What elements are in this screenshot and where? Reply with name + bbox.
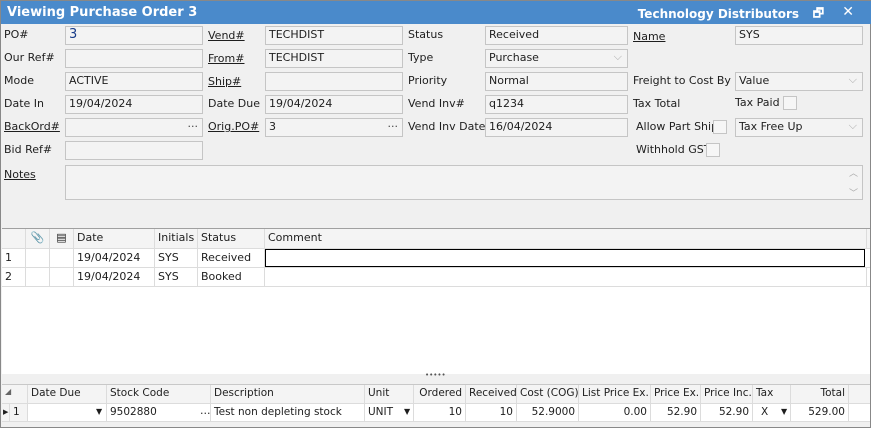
po-field[interactable]: 3 [65,26,203,45]
vend-inv-label: Vend Inv# [408,97,465,110]
withhold-gst-label: Withhold GST [636,143,711,156]
scroll-up-icon[interactable]: ︿ [849,166,858,179]
ellipsis-icon[interactable]: … [200,405,211,417]
backord-label[interactable]: BackOrd# [4,120,60,133]
status-field[interactable]: Received [485,26,628,45]
tax-paid-checkbox[interactable] [783,96,797,110]
mode-field[interactable]: ACTIVE [65,72,203,91]
date-in-field[interactable]: 19/04/2024 [65,95,203,114]
ship-field[interactable] [265,72,403,91]
name-label[interactable]: Name [633,30,665,43]
vend-inv-field[interactable]: q1234 [485,95,628,114]
restore-icon[interactable]: 🗗 [813,4,824,25]
lines-grid: ◢ Date Due Stock Code Description Unit O… [2,384,870,422]
vend-inv-date-label: Vend Inv Date [408,120,486,133]
notes-field[interactable] [65,165,863,200]
tax-code-select[interactable]: Tax Free Up [735,118,863,137]
col-date[interactable]: Date [74,229,155,248]
tax-paid-label: Tax Paid [735,96,780,109]
note-icon[interactable]: ▤ [50,229,74,248]
table-row[interactable]: 2 19/04/2024 SYS Booked [2,268,870,287]
backord-field[interactable] [65,118,203,137]
row-indicator-icon: ▶ [2,404,10,421]
chevron-down-icon[interactable]: ▼ [781,407,787,416]
type-label: Type [408,51,434,64]
bid-ref-label: Bid Ref# [4,143,53,156]
ship-label[interactable]: Ship# [208,75,241,88]
col-comment[interactable]: Comment [265,229,867,248]
freight-select[interactable]: Value [735,72,863,91]
vend-field[interactable]: TECHDIST [265,26,403,45]
name-field[interactable]: SYS [735,26,863,45]
col-initials[interactable]: Initials [155,229,198,248]
priority-field[interactable]: Normal [485,72,628,91]
our-ref-label: Our Ref# [4,51,55,64]
vend-label[interactable]: Vend# [208,29,245,42]
status-label: Status [408,28,444,41]
allow-part-ship-checkbox[interactable] [713,120,727,134]
splitter-handle[interactable]: ••••• [425,371,446,379]
from-field[interactable]: TECHDIST [265,49,403,68]
date-due-label: Date Due [208,97,260,110]
attachment-icon[interactable]: 📎 [26,229,50,248]
vendor-name: Technology Distributors [637,7,799,21]
orig-po-label[interactable]: Orig.PO# [208,120,259,133]
tax-total-label: Tax Total [633,97,681,110]
priority-label: Priority [408,74,448,87]
withhold-gst-checkbox[interactable] [706,143,720,157]
comment-input[interactable] [265,249,865,267]
freight-label: Freight to Cost By [633,74,731,87]
allow-part-ship-label: Allow Part Ship [636,120,719,133]
date-in-label: Date In [4,97,45,110]
po-label: PO# [4,28,29,41]
table-row[interactable]: 1 19/04/2024 SYS Received [2,249,870,268]
select-all-icon[interactable]: ◢ [2,385,28,403]
chevron-down-icon[interactable]: ▼ [404,407,410,416]
bid-ref-field[interactable] [65,141,203,160]
type-select[interactable]: Purchase [485,49,628,68]
mode-label: Mode [4,74,34,87]
chevron-down-icon[interactable]: ▼ [96,407,102,416]
date-due-field[interactable]: 19/04/2024 [265,95,403,114]
our-ref-field[interactable] [65,49,203,68]
notes-label: Notes [4,168,36,181]
scroll-down-icon[interactable]: ﹀ [849,186,858,199]
window-title: Viewing Purchase Order 3 [7,5,198,20]
vend-inv-date-field[interactable]: 16/04/2024 [485,118,628,137]
title-bar: Viewing Purchase Order 3 Technology Dist… [1,1,871,24]
close-icon[interactable]: ✕ [842,4,854,20]
history-grid: 📎 ▤ Date Initials Status Comment 1 19/04… [2,228,870,374]
col-status[interactable]: Status [198,229,265,248]
lines-header: ◢ Date Due Stock Code Description Unit O… [2,385,870,404]
from-label[interactable]: From# [208,52,244,65]
history-header: 📎 ▤ Date Initials Status Comment [2,229,870,249]
stock-code-cell[interactable]: 9502880 [107,404,211,421]
table-row[interactable]: ▶ 1 ▼ 9502880 … Test non depleting stock… [2,404,870,422]
orig-po-field[interactable]: 3 [265,118,403,137]
